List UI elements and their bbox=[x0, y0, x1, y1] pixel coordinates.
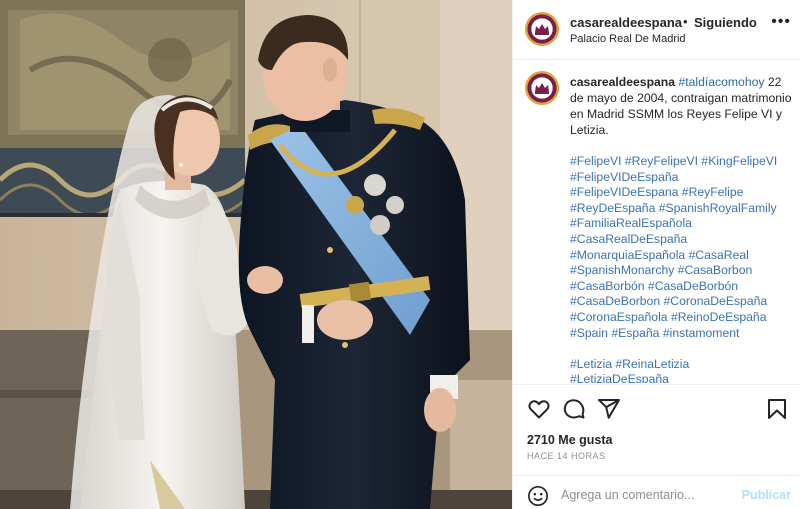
hashtag-line[interactable]: #FelipeVI #ReyFelipeVI #KingFelipeVI bbox=[570, 154, 795, 170]
wedding-photo-image bbox=[0, 0, 512, 509]
comment-box: Publicar bbox=[513, 475, 800, 509]
hashtag-line[interactable]: #CasaBorbón #CasaDeBorbón bbox=[570, 279, 795, 295]
hashtag-line[interactable]: #Spain #España #instamoment bbox=[570, 326, 795, 342]
hashtag-line[interactable]: #CasaDeBorbon #CoronaDeEspaña bbox=[570, 294, 795, 310]
caption-avatar[interactable] bbox=[525, 71, 559, 105]
comment-icon[interactable] bbox=[562, 397, 586, 421]
likes-count[interactable]: 2710 Me gusta bbox=[527, 433, 612, 447]
hashtag-line[interactable]: #FelipeVIDeEspaña bbox=[570, 170, 795, 186]
hashtag-line[interactable]: #MonarquiaEspañola #CasaReal bbox=[570, 248, 795, 264]
hashtag-line[interactable]: #LetiziaDeEspaña bbox=[570, 372, 795, 383]
header-separator: • bbox=[683, 14, 688, 29]
hashtag-line[interactable]: #FelipeVIDeEspana #ReyFelipe bbox=[570, 185, 795, 201]
heart-icon[interactable] bbox=[527, 397, 551, 421]
caption-text: casarealdeespana #taldíacomohoy 22 de ma… bbox=[570, 74, 792, 138]
post-photo[interactable] bbox=[0, 0, 512, 509]
crown-icon bbox=[535, 83, 549, 94]
more-horizontal-icon[interactable]: ••• bbox=[771, 13, 791, 31]
post-timestamp[interactable]: HACE 14 HORAS bbox=[527, 451, 606, 461]
hashtag-line[interactable]: #Letizia #ReinaLetizia bbox=[570, 357, 795, 373]
caption-username[interactable]: casarealdeespana bbox=[570, 75, 675, 89]
caption-hashtags: #FelipeVI #ReyFelipeVI #KingFelipeVI #Fe… bbox=[570, 154, 795, 383]
post-caption: casarealdeespana #taldíacomohoy 22 de ma… bbox=[513, 61, 800, 383]
hashtag-line[interactable]: #SpanishMonarchy #CasaBorbon bbox=[570, 263, 795, 279]
account-avatar[interactable] bbox=[525, 12, 559, 46]
emoji-icon[interactable] bbox=[527, 485, 549, 507]
post-location[interactable]: Palacio Real De Madrid bbox=[570, 33, 686, 45]
hashtag-line[interactable]: #CoronaEspañola #ReinoDeEspaña bbox=[570, 310, 795, 326]
following-button[interactable]: Siguiendo bbox=[694, 15, 757, 30]
hashtag-line[interactable]: #CasaRealDeEspaña bbox=[570, 232, 795, 248]
comment-input[interactable] bbox=[561, 486, 741, 504]
post-side-panel: casarealdeespana • Siguiendo Palacio Rea… bbox=[512, 0, 800, 509]
hashtag-line[interactable]: #ReyDeEspaña #SpanishRoyalFamily bbox=[570, 201, 795, 217]
hashtag-spacer bbox=[570, 341, 795, 357]
caption-lead-hashtag[interactable]: #taldíacomohoy bbox=[678, 75, 764, 89]
header-username[interactable]: casarealdeespana bbox=[570, 15, 682, 30]
post-header: casarealdeespana • Siguiendo Palacio Rea… bbox=[513, 0, 800, 60]
share-icon[interactable] bbox=[597, 397, 621, 421]
bookmark-icon[interactable] bbox=[765, 397, 789, 421]
crown-icon bbox=[535, 24, 549, 35]
publish-button[interactable]: Publicar bbox=[742, 488, 791, 502]
hashtag-line[interactable]: #FamiliaRealEspañola bbox=[570, 216, 795, 232]
